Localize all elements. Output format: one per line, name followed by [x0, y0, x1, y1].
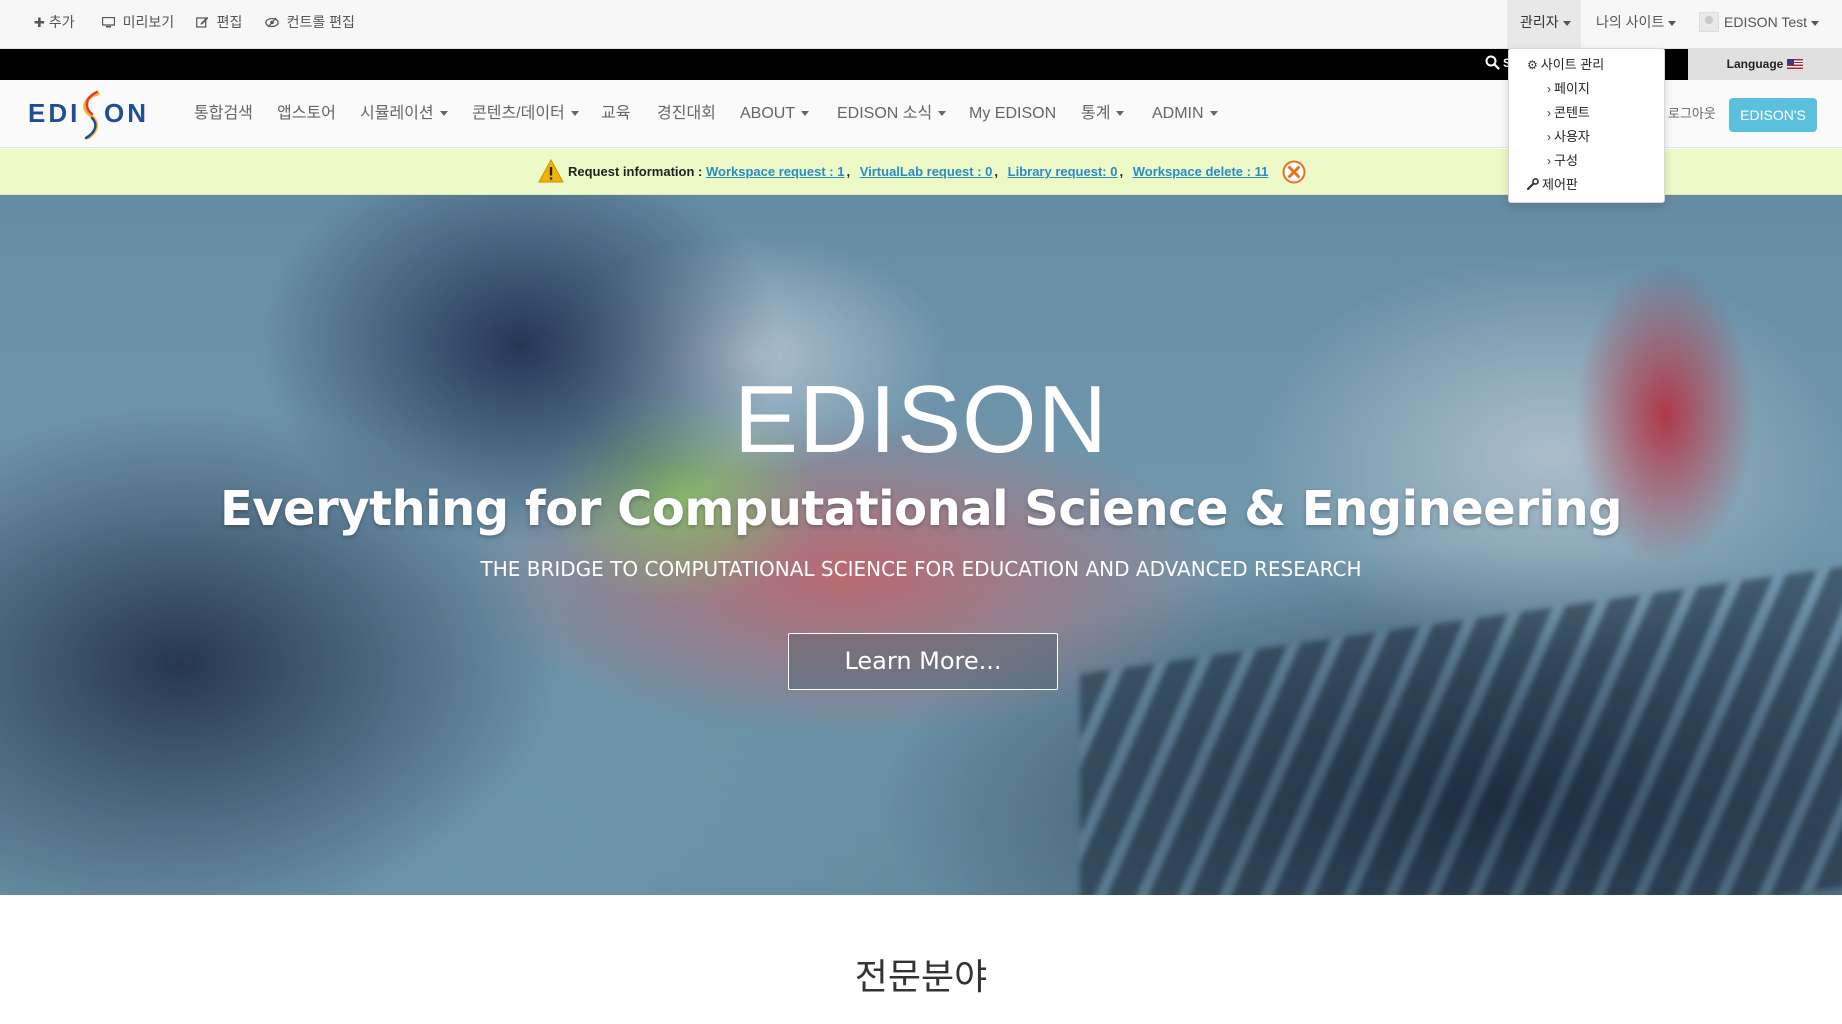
menu-item-label: 사이트 관리 — [1540, 57, 1605, 72]
hero-overlay — [0, 195, 1842, 895]
nav-integrated-search[interactable]: 통합검색 — [194, 80, 253, 148]
caret-down-icon — [801, 111, 810, 117]
admin-dropdown-menu: ⚙ 사이트 관리 › 페이지 › 콘텐트 › 사용자 › 구성 제어판 — [1508, 48, 1665, 203]
gear-icon: ⚙ — [1527, 58, 1538, 72]
my-sites-menu[interactable]: 나의 사이트 — [1596, 0, 1677, 45]
us-flag-icon — [1787, 58, 1804, 69]
menu-item-content[interactable]: › 콘텐트 — [1547, 103, 1590, 123]
preview-button[interactable]: 미리보기 — [101, 0, 175, 45]
alert-label: Request information : — [568, 164, 703, 179]
warning-icon — [538, 158, 564, 183]
nav-edison-news[interactable]: EDISON 소식 — [837, 80, 947, 148]
edit-label: 편집 — [216, 14, 243, 30]
nav-admin[interactable]: ADMIN — [1152, 80, 1218, 148]
nav-my-edison[interactable]: My EDISON — [969, 80, 1056, 148]
nav-education[interactable]: 교육 — [601, 80, 630, 148]
separator: , — [1119, 164, 1124, 179]
search-icon[interactable] — [1485, 55, 1500, 70]
nav-label: 통합검색 — [194, 105, 253, 122]
caret-down-icon — [1562, 20, 1571, 26]
menu-item-label: 구성 — [1554, 153, 1578, 168]
monitor-icon — [101, 15, 119, 30]
logout-link[interactable]: 로그아웃 — [1668, 80, 1716, 148]
language-button[interactable]: Language — [1688, 49, 1842, 80]
chevron-right-icon: › — [1547, 82, 1551, 96]
admin-label: 관리자 — [1520, 14, 1559, 30]
close-icon[interactable] — [1282, 160, 1306, 184]
nav-label: 시뮬레이션 — [360, 105, 434, 122]
wrench-icon — [1526, 175, 1539, 195]
chevron-right-icon: › — [1547, 106, 1551, 120]
menu-item-label: 콘텐트 — [1554, 105, 1590, 120]
caret-down-icon — [1116, 111, 1125, 117]
menu-item-label: 페이지 — [1554, 81, 1590, 96]
add-button[interactable]: ✚ 추가 — [34, 0, 75, 45]
hero-tagline: THE BRIDGE TO COMPUTATIONAL SCIENCE FOR … — [480, 557, 1362, 581]
chevron-right-icon: › — [1547, 130, 1551, 144]
logo-text-right: ON — [104, 98, 149, 128]
nav-statistics[interactable]: 통계 — [1081, 80, 1125, 148]
nav-label: My EDISON — [969, 105, 1057, 122]
nav-label: ABOUT — [740, 105, 796, 122]
nav-label: ADMIN — [1152, 105, 1204, 122]
workspace-delete-link[interactable]: Workspace delete : 11 — [1133, 164, 1269, 179]
hero-title: EDISON — [733, 366, 1109, 473]
hero-banner: EDISON Everything for Computational Scie… — [0, 195, 1842, 895]
nav-competition[interactable]: 경진대회 — [657, 80, 716, 148]
admin-bar: ✚ 추가 미리보기 편집 컨트롤 편집 관리자 나의 사이트 EDISON Tes… — [0, 0, 1842, 49]
edit-button[interactable]: 편집 — [196, 0, 242, 45]
menu-item-users[interactable]: › 사용자 — [1547, 127, 1590, 147]
menu-item-control-panel[interactable]: 제어판 — [1526, 175, 1578, 195]
alert-content: Request information : Workspace request … — [538, 158, 1306, 185]
admin-menu-toggle[interactable]: 관리자 — [1520, 0, 1571, 45]
edisons-button[interactable]: EDISON'S — [1729, 98, 1817, 132]
menu-item-site-admin[interactable]: ⚙ 사이트 관리 — [1527, 55, 1604, 75]
menu-item-label: 사용자 — [1554, 129, 1590, 144]
eye-slash-icon — [265, 15, 283, 30]
caret-down-icon — [1668, 20, 1677, 26]
separator: , — [846, 164, 851, 179]
caret-down-icon — [1811, 20, 1819, 26]
user-menu[interactable]: EDISON Test — [1699, 0, 1819, 45]
caret-down-icon — [439, 111, 448, 117]
logo-text-left: EDI — [28, 98, 80, 128]
language-label: Language — [1726, 57, 1784, 71]
learn-more-button[interactable]: Learn More... — [788, 633, 1058, 690]
caret-down-icon — [1209, 111, 1218, 117]
library-request-link[interactable]: Library request: 0 — [1008, 164, 1118, 179]
nav-app-store[interactable]: 앱스토어 — [277, 80, 336, 148]
nav-label: 통계 — [1081, 105, 1111, 122]
edison-logo[interactable]: EDI ON — [28, 88, 152, 142]
caret-down-icon — [570, 111, 579, 117]
virtuallab-request-link[interactable]: VirtualLab request : 0 — [860, 164, 993, 179]
menu-item-pages[interactable]: › 페이지 — [1547, 79, 1590, 99]
caret-down-icon — [938, 111, 947, 117]
edit-icon — [196, 15, 213, 30]
my-sites-label: 나의 사이트 — [1596, 14, 1665, 30]
nav-contents-data[interactable]: 콘텐츠/데이터 — [472, 80, 579, 148]
workspace-request-link[interactable]: Workspace request : 1 — [706, 164, 844, 179]
nav-label: 경진대회 — [657, 105, 716, 122]
nav-label: 콘텐츠/데이터 — [472, 105, 565, 122]
control-edit-button[interactable]: 컨트롤 편집 — [265, 0, 355, 45]
menu-item-configuration[interactable]: › 구성 — [1547, 151, 1578, 171]
avatar — [1699, 12, 1719, 33]
nav-label: 교육 — [601, 105, 631, 122]
menu-item-label: 제어판 — [1542, 177, 1578, 192]
nav-simulation[interactable]: 시뮬레이션 — [360, 80, 448, 148]
hero-subtitle: Everything for Computational Science & E… — [219, 481, 1623, 537]
nav-label: 앱스토어 — [277, 105, 336, 122]
section-title: 전문분야 — [854, 957, 988, 998]
add-label: 추가 — [48, 14, 75, 30]
separator: , — [994, 164, 999, 179]
nav-about[interactable]: ABOUT — [740, 80, 810, 148]
plus-icon: ✚ — [34, 15, 45, 30]
preview-label: 미리보기 — [122, 14, 175, 30]
nav-label: EDISON 소식 — [837, 105, 933, 122]
user-label: EDISON Test — [1724, 14, 1807, 30]
control-edit-label: 컨트롤 편집 — [286, 14, 355, 30]
chevron-right-icon: › — [1547, 154, 1551, 168]
